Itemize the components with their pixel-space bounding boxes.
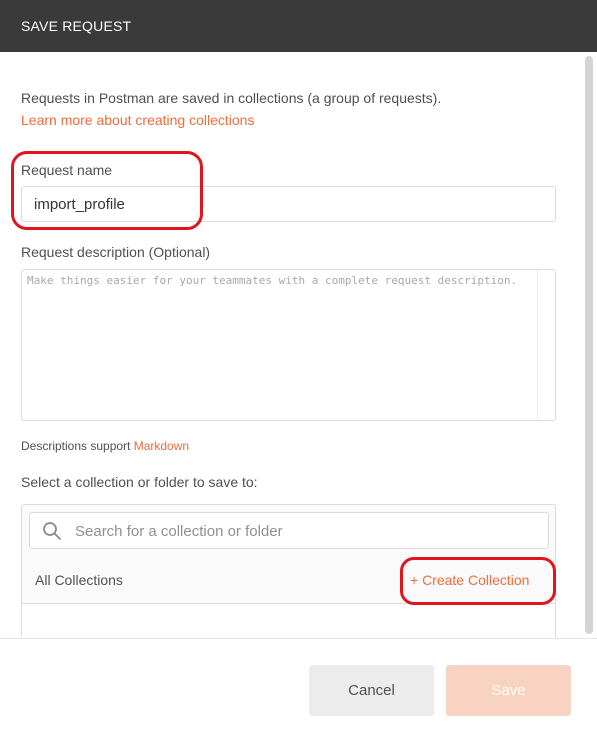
- collection-search-placeholder: Search for a collection or folder: [75, 523, 283, 540]
- intro-text: Requests in Postman are saved in collect…: [21, 90, 442, 106]
- dialog-scrollbar[interactable]: [585, 56, 593, 634]
- request-description-textarea[interactable]: [21, 269, 556, 421]
- request-description-placeholder: Make things easier for your teammates wi…: [27, 274, 518, 287]
- all-collections-label: All Collections: [35, 572, 123, 588]
- markdown-link[interactable]: Markdown: [134, 439, 189, 453]
- dialog-header: SAVE REQUEST: [0, 0, 597, 52]
- collection-select-label: Select a collection or folder to save to…: [21, 474, 258, 490]
- create-collection-button[interactable]: + Create Collection: [410, 572, 529, 588]
- save-button[interactable]: Save: [446, 665, 571, 716]
- request-description-label: Request description (Optional): [21, 244, 211, 260]
- markdown-note: Descriptions support Markdown: [21, 439, 189, 453]
- request-name-input[interactable]: [21, 186, 556, 222]
- description-scrollbar[interactable]: [537, 270, 555, 420]
- search-icon: [42, 521, 62, 541]
- dialog-title: SAVE REQUEST: [21, 18, 132, 34]
- cancel-button[interactable]: Cancel: [309, 665, 434, 716]
- markdown-note-text: Descriptions support: [21, 439, 134, 453]
- request-name-label: Request name: [21, 162, 113, 178]
- collection-list[interactable]: [22, 604, 555, 638]
- learn-more-link[interactable]: Learn more about creating collections: [21, 112, 254, 128]
